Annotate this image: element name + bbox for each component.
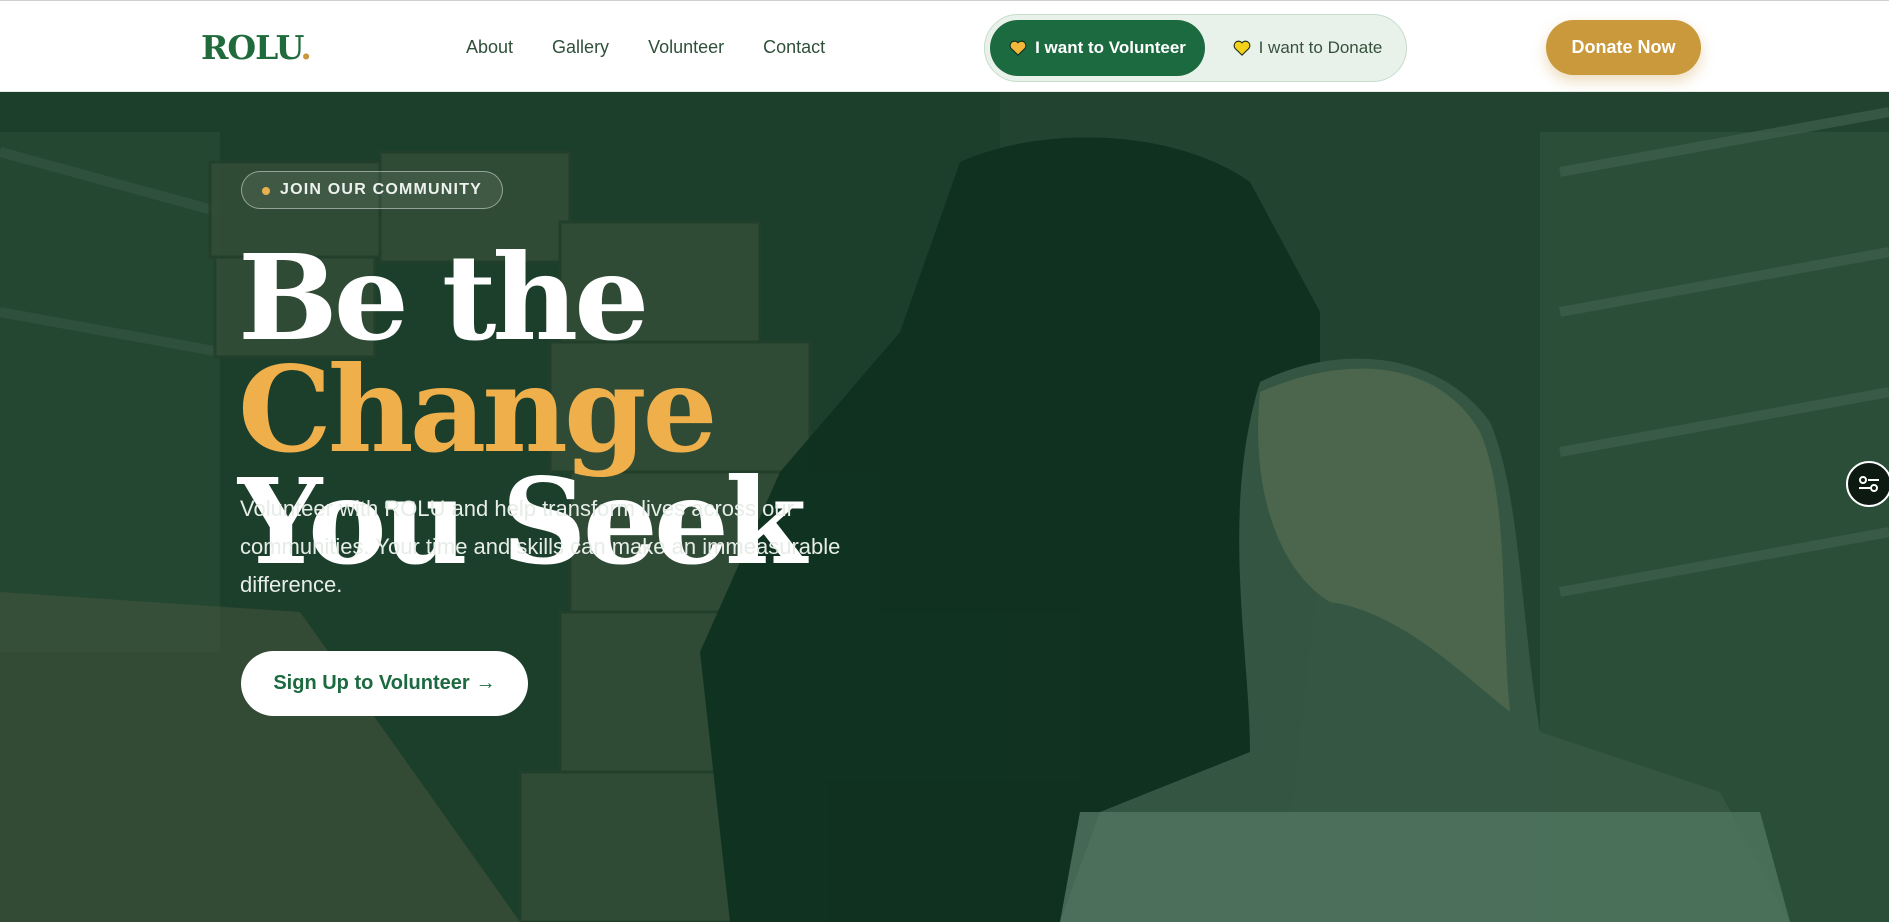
community-badge: JOIN OUR COMMUNITY: [241, 171, 504, 209]
settings-sliders-icon[interactable]: [1846, 461, 1889, 507]
nav-link-contact[interactable]: Contact: [763, 37, 825, 58]
heart-icon: [1009, 40, 1027, 56]
logo[interactable]: ROLU.: [201, 28, 312, 67]
hero-section: JOIN OUR COMMUNITY Be the Change You See…: [0, 92, 1889, 922]
nav-link-about[interactable]: About: [466, 37, 513, 58]
logo-dot: .: [300, 28, 311, 67]
sign-up-volunteer-button[interactable]: Sign Up to Volunteer →: [241, 651, 528, 716]
logo-text: ROLU: [201, 28, 301, 67]
badge-dot: [262, 187, 270, 195]
main-nav: About Gallery Volunteer Contact: [466, 37, 864, 58]
heart-icon: [1233, 40, 1250, 56]
toggle-volunteer[interactable]: I want to Volunteer: [990, 20, 1205, 76]
mode-toggle: I want to Volunteer I want to Donate: [984, 14, 1407, 82]
toggle-donate[interactable]: I want to Donate: [1215, 20, 1400, 76]
toggle-volunteer-label: I want to Volunteer: [1035, 38, 1186, 57]
badge-label: JOIN OUR COMMUNITY: [280, 181, 483, 198]
toggle-donate-label: I want to Donate: [1258, 38, 1383, 57]
nav-link-volunteer[interactable]: Volunteer: [648, 37, 724, 58]
donate-now-button[interactable]: Donate Now: [1546, 20, 1701, 75]
arrow-right-icon: →: [475, 672, 496, 694]
site-header: ROLU. About Gallery Volunteer Contact I …: [0, 0, 1889, 92]
hero-description: Volunteer with ROLU and help transform l…: [240, 496, 841, 597]
sliders-icon: [1859, 476, 1879, 492]
nav-link-gallery[interactable]: Gallery: [552, 37, 609, 58]
cta-label: Sign Up to Volunteer: [273, 672, 470, 694]
